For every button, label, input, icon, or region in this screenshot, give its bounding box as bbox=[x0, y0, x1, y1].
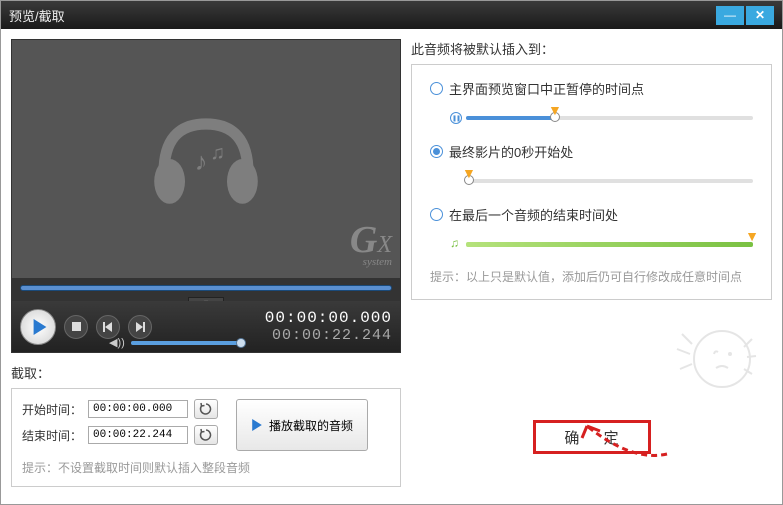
prev-frame-button[interactable] bbox=[96, 315, 120, 339]
pause-icon bbox=[450, 112, 462, 124]
insert-hint: 提示：以上只是默认值，添加后仍可自行修改成任意时间点 bbox=[430, 268, 753, 285]
watermark: GX system bbox=[350, 218, 392, 268]
cut-hint: 提示：不设置截取时间则默认插入整段音频 bbox=[22, 459, 390, 476]
content: ♪ ♫ GX system ▾ bbox=[1, 29, 782, 504]
play-cut-button[interactable]: 播放截取的音频 bbox=[236, 399, 368, 451]
svg-text:♫: ♫ bbox=[210, 142, 225, 164]
start-time-input[interactable] bbox=[88, 400, 188, 418]
ok-button[interactable]: 确 定 bbox=[533, 420, 651, 454]
minimize-button[interactable]: — bbox=[716, 6, 744, 25]
radio-icon bbox=[430, 82, 443, 95]
titlebar: 预览/截取 — ✕ bbox=[1, 1, 782, 29]
cut-box: 开始时间： 结束时间： bbox=[11, 388, 401, 487]
insert-box: 主界面预览窗口中正暂停的时间点 ▼ 最终影片的0秒开始处 ▼ bbox=[411, 64, 772, 300]
reset-end-button[interactable] bbox=[194, 425, 218, 445]
insert-heading: 此音频将被默认插入到： bbox=[411, 39, 772, 58]
stop-button[interactable] bbox=[64, 315, 88, 339]
playback-controls: 00:00:00.000 00:00:22.244 ◀)) bbox=[11, 301, 401, 353]
next-frame-button[interactable] bbox=[128, 315, 152, 339]
marker-icon: ▼ bbox=[745, 228, 759, 244]
timecode-display: 00:00:00.000 00:00:22.244 bbox=[265, 309, 392, 344]
left-pane: ♪ ♫ GX system ▾ bbox=[11, 39, 401, 494]
reset-start-button[interactable] bbox=[194, 399, 218, 419]
headphones-icon: ♪ ♫ bbox=[136, 89, 276, 229]
marker-icon: ▼ bbox=[462, 165, 476, 181]
preview-area: ♪ ♫ GX system bbox=[11, 39, 401, 279]
right-pane: 此音频将被默认插入到： 主界面预览窗口中正暂停的时间点 ▼ 最终影片的0秒开始处 bbox=[411, 39, 772, 494]
cut-section-label: 截取： bbox=[11, 363, 401, 382]
marker-icon: ▼ bbox=[548, 102, 562, 118]
current-time: 00:00:00.000 bbox=[265, 309, 392, 327]
insert-option-pause-point[interactable]: 主界面预览窗口中正暂停的时间点 bbox=[430, 79, 753, 98]
play-button[interactable] bbox=[20, 309, 56, 345]
radio-icon bbox=[430, 208, 443, 221]
insert-option-zero[interactable]: 最终影片的0秒开始处 bbox=[430, 142, 753, 161]
decoration-doodle bbox=[652, 314, 762, 404]
total-time: 00:00:22.244 bbox=[265, 327, 392, 344]
timeline-viz-3: ♫ ▼ bbox=[450, 232, 753, 252]
timeline-viz-1: ▼ bbox=[450, 106, 753, 126]
end-time-label: 结束时间： bbox=[22, 427, 82, 444]
volume-icon: ◀)) bbox=[109, 336, 125, 349]
radio-icon bbox=[430, 145, 443, 158]
scrub-bar[interactable]: ▾ bbox=[11, 279, 401, 301]
window-title: 预览/截取 bbox=[9, 6, 714, 25]
close-button[interactable]: ✕ bbox=[746, 6, 774, 25]
volume-control[interactable]: ◀)) bbox=[109, 336, 241, 349]
svg-text:♪: ♪ bbox=[195, 148, 208, 176]
dialog-window: 预览/截取 — ✕ ♪ ♫ GX system ▾ bbox=[0, 0, 783, 505]
insert-option-after-last[interactable]: 在最后一个音频的结束时间处 bbox=[430, 205, 753, 224]
end-time-input[interactable] bbox=[88, 426, 188, 444]
music-note-icon: ♫ bbox=[450, 236, 459, 250]
start-time-label: 开始时间： bbox=[22, 401, 82, 418]
timeline-viz-2: ▼ bbox=[450, 169, 753, 189]
